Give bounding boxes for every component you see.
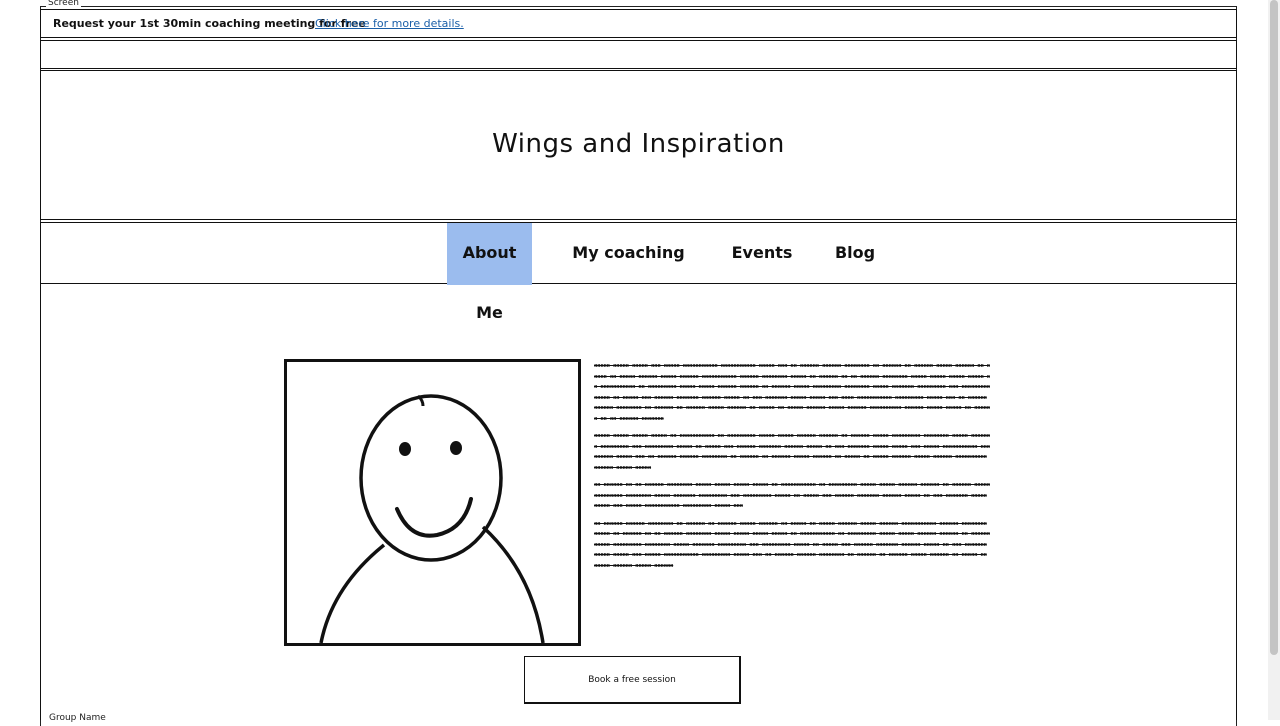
nav-item-blog[interactable]: Blog bbox=[833, 223, 877, 285]
book-free-session-button[interactable]: Book a free session bbox=[524, 656, 741, 704]
person-icon bbox=[319, 394, 545, 643]
nav-item-my-coaching[interactable]: My coaching bbox=[572, 223, 685, 285]
bio-paragraph: xxxxx xxxxx xxxxx xxxxx xx xxxxxxxxxxx x… bbox=[594, 433, 990, 471]
promo-details-link[interactable]: Click here for more details. bbox=[315, 17, 464, 30]
screen-label: Screen bbox=[46, 0, 81, 9]
main-nav: About Me My coaching Events Blog bbox=[40, 222, 1237, 322]
promo-banner: Request your 1st 30min coaching meeting … bbox=[40, 9, 1237, 38]
bio-paragraph: xxxxx xxxxx xxxxx xxx xxxxx xxxxxxxxxxx … bbox=[594, 363, 990, 422]
scrollbar-thumb[interactable] bbox=[1270, 0, 1278, 655]
site-title: Wings and Inspiration bbox=[492, 129, 785, 159]
group-name-label: Group Name bbox=[49, 713, 106, 723]
nav-item-events[interactable]: Events bbox=[729, 223, 795, 285]
empty-bar bbox=[40, 40, 1237, 69]
bio-paragraph: xx xxxxxx xxxxxx xxxxxxxx xx xxxxxx xx x… bbox=[594, 520, 990, 569]
portrait-image bbox=[284, 359, 581, 646]
bio-paragraph: xx xxxxxx xx xx xxxxxx xxxxxxxx xxxxx xx… bbox=[594, 482, 990, 509]
page-scrollbar[interactable] bbox=[1268, 0, 1280, 720]
bio-text: xxxxx xxxxx xxxxx xxx xxxxx xxxxxxxxxxx … bbox=[594, 361, 992, 578]
nav-item-about-me[interactable]: About Me bbox=[447, 223, 532, 322]
site-header: Wings and Inspiration bbox=[40, 70, 1237, 220]
